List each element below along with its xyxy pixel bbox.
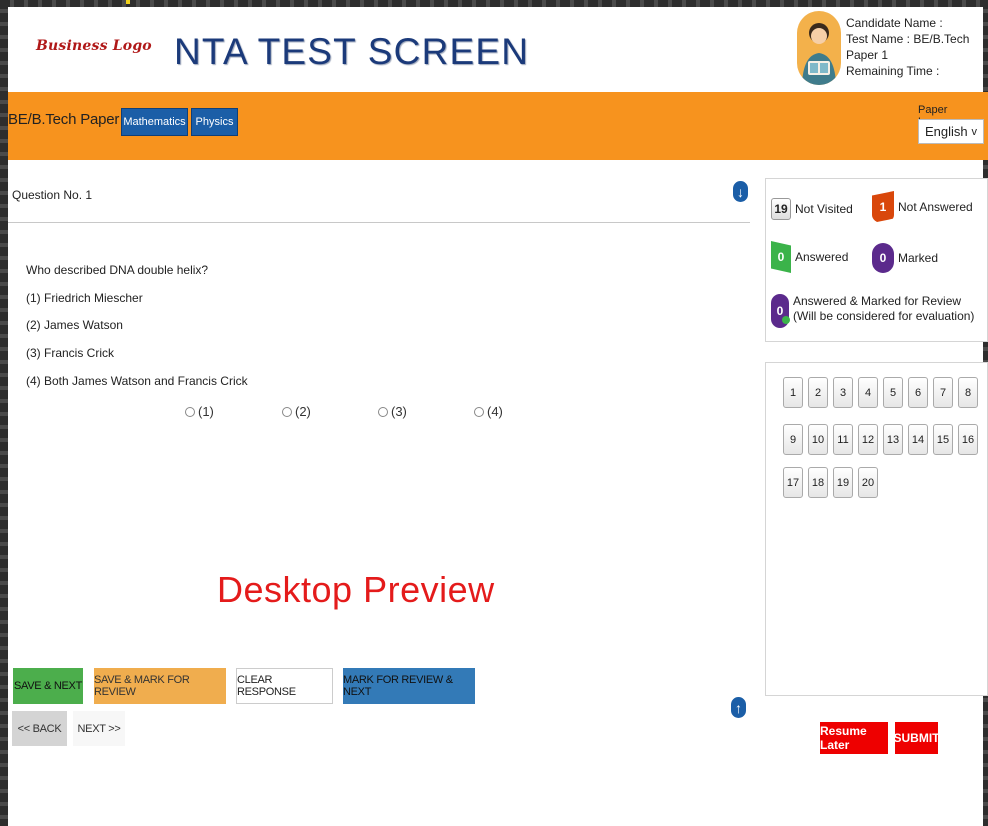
paper-title: BE/B.Tech Paper 1 [8, 111, 132, 128]
person-icon [802, 23, 836, 85]
frame-border-top [0, 0, 988, 7]
marked-count: 0 [872, 243, 894, 273]
question-button-19[interactable]: 19 [833, 467, 853, 498]
mark-review-next-button[interactable]: MARK FOR REVIEW & NEXT [343, 668, 475, 704]
not-answered-label: Not Answered [898, 200, 973, 214]
radio-circle[interactable] [282, 406, 292, 417]
remaining-time-label: Remaining Time : [846, 64, 940, 78]
language-selected-value: English [925, 124, 968, 139]
question-number: Question No. 1 [12, 188, 93, 202]
option-radio-4[interactable]: (4) [474, 404, 503, 419]
status-legend: 19 Not Visited 1 Not Answered 0 Answered… [765, 178, 988, 342]
tab-mathematics[interactable]: Mathematics [121, 108, 188, 136]
question-button-20[interactable]: 20 [858, 467, 878, 498]
chevron-down-icon: v [971, 125, 978, 138]
candidate-info: Candidate Name : Test Name : BE/B.Tech P… [846, 15, 983, 79]
language-select[interactable]: English v [918, 119, 984, 144]
answered-marked-count: 0 [771, 294, 790, 328]
arrow-down-icon[interactable]: ↓ [733, 181, 748, 202]
answered-marked-count-value: 0 [776, 304, 784, 318]
option-radio-label: (3) [391, 404, 407, 419]
answered-marked-label: Answered & Marked for Review (Will be co… [793, 294, 975, 323]
option-radio-3[interactable]: (3) [378, 404, 407, 419]
question-button-9[interactable]: 9 [783, 424, 803, 455]
subject-bar: BE/B.Tech Paper 1 Mathematics Physics Pa… [8, 92, 988, 160]
option-radio-label: (4) [487, 404, 503, 419]
question-button-10[interactable]: 10 [808, 424, 828, 455]
resume-later-button[interactable]: Resume Later [820, 722, 888, 754]
frame-accent [126, 0, 130, 4]
not-visited-count: 19 [771, 198, 791, 220]
question-text: Who described DNA double helix? [26, 263, 209, 277]
not-answered-count: 1 [872, 191, 894, 223]
option-radio-2[interactable]: (2) [282, 404, 311, 419]
question-palette: 1 2 3 4 5 6 7 8 9 10 11 12 13 14 15 16 1… [765, 362, 988, 696]
candidate-name-label: Candidate Name : [846, 16, 943, 30]
frame-border-left [0, 0, 8, 826]
legend-answered-marked: 0 Answered & Marked for Review (Will be … [771, 294, 983, 328]
answered-dot-icon [782, 316, 790, 324]
option-text-2: (2) James Watson [26, 318, 123, 332]
answered-label: Answered [795, 250, 849, 264]
question-button-5[interactable]: 5 [883, 377, 903, 408]
submit-button[interactable]: SUBMIT [894, 722, 940, 754]
question-button-12[interactable]: 12 [858, 424, 878, 455]
option-radio-label: (1) [198, 404, 214, 419]
legend-answered: 0 Answered [771, 241, 848, 273]
question-button-11[interactable]: 11 [833, 424, 853, 455]
legend-marked: 0 Marked [872, 243, 938, 273]
legend-not-visited: 19 Not Visited [771, 198, 853, 220]
question-button-14[interactable]: 14 [908, 424, 928, 455]
marked-label: Marked [898, 251, 939, 265]
tab-physics[interactable]: Physics [191, 108, 238, 136]
clear-response-button[interactable]: CLEAR RESPONSE [236, 668, 333, 704]
back-button[interactable]: << BACK [12, 711, 67, 746]
option-radio-label: (2) [295, 404, 311, 419]
save-mark-review-button[interactable]: SAVE & MARK FOR REVIEW [94, 668, 226, 704]
option-text-1: (1) Friedrich Miescher [26, 291, 143, 305]
option-text-4: (4) Both James Watson and Francis Crick [26, 374, 248, 388]
radio-circle[interactable] [185, 406, 195, 417]
question-button-4[interactable]: 4 [858, 377, 878, 408]
test-name-label: Test Name : BE/B.Tech Paper 1 [846, 32, 970, 62]
arrow-up-icon[interactable]: ↑ [731, 697, 746, 718]
question-divider [8, 222, 750, 223]
question-button-3[interactable]: 3 [833, 377, 853, 408]
business-logo: Business Logo [36, 38, 152, 54]
save-next-button[interactable]: SAVE & NEXT [13, 668, 83, 704]
candidate-avatar [797, 11, 841, 85]
option-text-3: (3) Francis Crick [26, 346, 115, 360]
question-button-17[interactable]: 17 [783, 467, 803, 498]
question-button-2[interactable]: 2 [808, 377, 828, 408]
next-button[interactable]: NEXT >> [73, 711, 125, 746]
page-header: Business Logo NTA TEST SCREEN Candidate … [8, 7, 983, 92]
option-radio-1[interactable]: (1) [185, 404, 214, 419]
question-button-1[interactable]: 1 [783, 377, 803, 408]
question-button-8[interactable]: 8 [958, 377, 978, 408]
question-button-7[interactable]: 7 [933, 377, 953, 408]
page-title: NTA TEST SCREEN [174, 31, 530, 72]
radio-circle[interactable] [474, 406, 484, 417]
not-visited-label: Not Visited [795, 202, 853, 216]
desktop-preview-watermark: Desktop Preview [217, 569, 495, 610]
legend-not-answered: 1 Not Answered [872, 191, 973, 223]
question-button-18[interactable]: 18 [808, 467, 828, 498]
question-button-6[interactable]: 6 [908, 377, 928, 408]
question-button-13[interactable]: 13 [883, 424, 903, 455]
answered-count: 0 [771, 241, 791, 273]
question-button-15[interactable]: 15 [933, 424, 953, 455]
radio-circle[interactable] [378, 406, 388, 417]
question-button-16[interactable]: 16 [958, 424, 978, 455]
